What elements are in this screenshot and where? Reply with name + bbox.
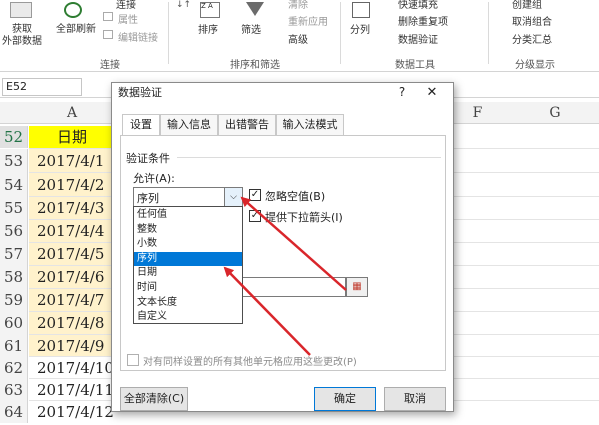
column-header-f[interactable]: F [455, 102, 500, 124]
tab-input-message[interactable]: 输入信息 [160, 114, 218, 135]
ignore-blank-checkbox[interactable]: ✓ [249, 189, 261, 201]
group-label-connections: 连接 [100, 60, 120, 71]
clear-item[interactable]: 清除 [288, 0, 308, 11]
apply-all-label: 对有同样设置的所有其他单元格应用这些更改(P) [143, 357, 357, 368]
tab-error-alert[interactable]: 出错警告 [218, 114, 276, 135]
refresh-all-label[interactable]: 全部刷新 [56, 20, 96, 35]
filter-icon[interactable] [246, 2, 264, 16]
clear-all-button[interactable]: 全部清除(C) [120, 387, 188, 411]
list-item[interactable]: 整数 [134, 223, 242, 238]
row-header[interactable]: 56 [0, 220, 28, 243]
list-item[interactable]: 日期 [134, 266, 242, 281]
allow-options-list: 任何值 整数 小数 序列 日期 时间 文本长度 自定义 [133, 206, 243, 324]
group-separator [488, 2, 489, 64]
edit-links-icon [103, 30, 113, 39]
ignore-blank-label: 忽略空值(B) [265, 190, 326, 203]
ok-button[interactable]: 确定 [314, 387, 376, 411]
row-header[interactable]: 57 [0, 243, 28, 266]
group-label-data-tools: 数据工具 [395, 60, 435, 71]
ribbon: 获取 外部数据 全部刷新 连接 属性 编辑链接 连接 ↓↑ Z A 排序 筛选 … [0, 0, 599, 72]
connections-item[interactable]: 连接 [116, 0, 136, 11]
apply-all-checkbox[interactable] [127, 354, 139, 366]
tab-ime-mode[interactable]: 输入法模式 [276, 114, 344, 135]
group-separator [340, 2, 341, 64]
group-label-sort-filter: 排序和筛选 [230, 60, 280, 71]
row-header[interactable]: 64 [0, 401, 28, 423]
in-cell-dropdown-label: 提供下拉箭头(I) [265, 211, 343, 224]
ungroup-item[interactable]: 取消组合 [512, 13, 552, 28]
sort-icon[interactable]: Z A [200, 2, 220, 18]
properties-icon [103, 12, 113, 21]
source-input[interactable] [241, 277, 346, 297]
row-header[interactable]: 55 [0, 197, 28, 220]
table-row[interactable]: 2017/4/11 [29, 379, 115, 401]
properties-item[interactable]: 属性 [118, 11, 138, 26]
create-group-item[interactable]: 创建组 [512, 0, 542, 11]
row-header[interactable]: 59 [0, 289, 28, 312]
sort-button[interactable]: 排序 [198, 21, 218, 36]
range-picker-icon[interactable]: ▦ [346, 277, 368, 297]
column-header-g[interactable]: G [520, 102, 590, 124]
advanced-item[interactable]: 高级 [288, 31, 308, 46]
table-row[interactable]: 2017/4/9 [29, 335, 115, 357]
table-row[interactable]: 2017/4/7 [29, 289, 115, 312]
list-item[interactable]: 小数 [134, 237, 242, 252]
get-data-icon[interactable] [10, 2, 32, 18]
list-item-selected[interactable]: 序列 [134, 251, 242, 267]
row-header[interactable]: 63 [0, 379, 28, 401]
table-row[interactable]: 2017/4/8 [29, 312, 115, 335]
table-row[interactable]: 2017/4/12 [29, 401, 115, 423]
list-item[interactable]: 任何值 [134, 208, 242, 223]
sort-az-icon[interactable]: ↓↑ [176, 0, 191, 10]
table-row[interactable]: 2017/4/5 [29, 243, 115, 266]
filter-button[interactable]: 筛选 [241, 21, 261, 36]
refresh-icon[interactable] [64, 2, 82, 18]
section-divider [177, 157, 441, 158]
row-header[interactable]: 61 [0, 335, 28, 357]
allow-label: 允许(A): [133, 172, 175, 185]
list-item[interactable]: 文本长度 [134, 296, 242, 311]
edit-links-item[interactable]: 编辑链接 [118, 29, 158, 44]
row-header[interactable]: 60 [0, 312, 28, 335]
tab-settings[interactable]: 设置 [122, 114, 160, 136]
split-button[interactable]: 分列 [350, 21, 370, 36]
name-box[interactable]: E52 [2, 78, 82, 96]
reapply-item[interactable]: 重新应用 [288, 13, 328, 28]
row-header[interactable]: 52 [0, 126, 28, 148]
allow-select-value: 序列 [137, 192, 159, 205]
flash-fill-item[interactable]: 快速填充 [398, 0, 438, 11]
column-header-a[interactable]: A [29, 102, 115, 124]
help-button[interactable]: ? [394, 85, 410, 101]
group-separator [168, 2, 169, 64]
data-validation-item[interactable]: 数据验证 [398, 31, 438, 46]
table-row[interactable]: 2017/4/6 [29, 266, 115, 289]
table-header-cell[interactable]: 日期 [29, 126, 115, 148]
group-label-outline: 分级显示 [515, 60, 555, 71]
allow-select[interactable]: 序列 ⌵ [133, 187, 243, 207]
text-to-columns-icon[interactable] [352, 2, 370, 18]
close-icon[interactable]: ✕ [424, 85, 440, 101]
in-cell-dropdown-checkbox[interactable]: ✓ [249, 210, 261, 222]
row-header[interactable]: 62 [0, 357, 28, 379]
section-title: 验证条件 [126, 152, 170, 165]
list-item[interactable]: 时间 [134, 281, 242, 296]
chevron-down-icon[interactable]: ⌵ [224, 188, 242, 206]
table-row[interactable]: 2017/4/1 [29, 149, 115, 173]
row-header[interactable]: 58 [0, 266, 28, 289]
table-row[interactable]: 2017/4/10 [29, 357, 115, 379]
row-header[interactable]: 54 [0, 173, 28, 197]
row-header[interactable]: 53 [0, 149, 28, 173]
table-row[interactable]: 2017/4/3 [29, 197, 115, 220]
table-row[interactable]: 2017/4/4 [29, 220, 115, 243]
remove-duplicates-item[interactable]: 删除重复项 [398, 13, 448, 28]
list-item[interactable]: 自定义 [134, 310, 242, 325]
get-data-label-2[interactable]: 外部数据 [2, 32, 42, 47]
table-row[interactable]: 2017/4/2 [29, 173, 115, 197]
subtotal-item[interactable]: 分类汇总 [512, 31, 552, 46]
cancel-button[interactable]: 取消 [384, 387, 446, 411]
